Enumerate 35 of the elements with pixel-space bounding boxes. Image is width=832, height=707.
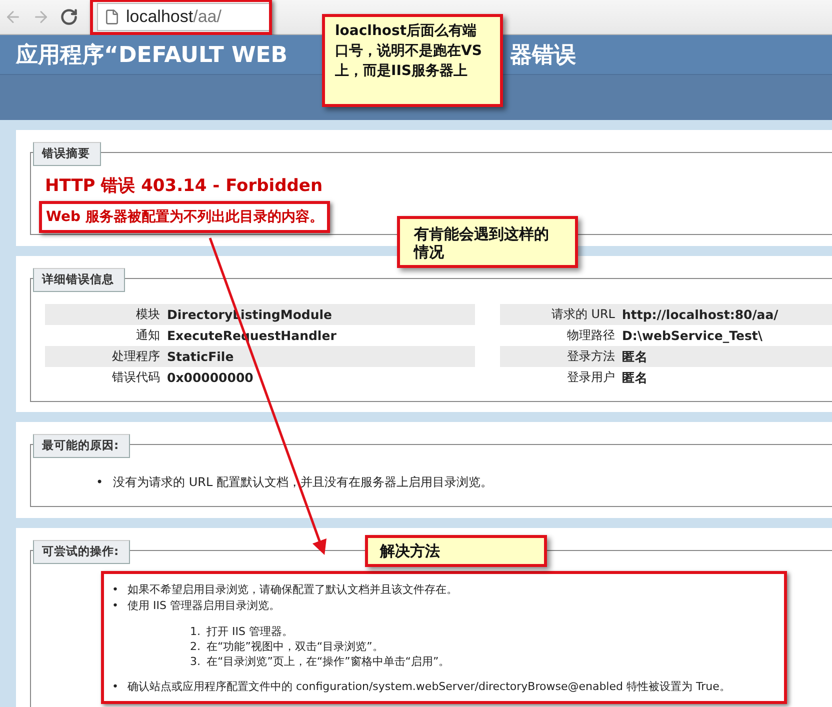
page-title: 器错误 (510, 42, 576, 70)
step-text: 在“功能”视图中，双击“目录浏览”。 (206, 639, 384, 654)
callout-note: 有肯能会遇到这样的情况 (397, 216, 578, 268)
callout-note: loaclhost后面么有端口号，说明不是跑在VS上，而是IIS服务器上 (322, 14, 503, 107)
step-text: 在“目录浏览”页上，在“操作”窗格中单击“启用”。 (206, 654, 450, 669)
section-legend: 错误摘要 (33, 142, 101, 166)
step-text: 打开 IIS 管理器。 (206, 624, 293, 639)
cause-text: 没有为请求的 URL 配置默认文档，并且没有在服务器上启用目录浏览。 (113, 474, 493, 490)
page-title: 应用程序“DEFAULT WEB (16, 42, 288, 70)
section-legend: 最可能的原因: (33, 434, 130, 458)
detail-label: 请求的 URL (500, 304, 622, 325)
address-field[interactable]: localhost/aa/ (97, 3, 269, 31)
callout-note: 解决方法 (365, 535, 547, 567)
detail-label: 模块 (45, 304, 167, 325)
step-number: 2. (190, 639, 200, 654)
detail-label: 处理程序 (45, 346, 167, 367)
action-text: 确认站点或应用程序配置文件中的 configuration/system.webServer/directoryBrowse@enabled 特性被设置为 True。 (128, 679, 730, 695)
bullet: • (112, 598, 118, 614)
step-number: 3. (190, 654, 200, 669)
section-legend: 详细错误信息 (33, 268, 125, 292)
detail-label: 登录方法 (500, 346, 622, 367)
action-text: 如果不希望启用目录浏览，请确保配置了默认文档并且该文件存在。 (128, 582, 458, 598)
detail-value: StaticFile (167, 346, 475, 367)
detail-value: http://localhost:80/aa/ (622, 304, 832, 325)
reload-icon[interactable] (58, 6, 80, 28)
error-heading: HTTP 错误 403.14 - Forbidden (45, 175, 324, 197)
bullet: • (112, 679, 118, 695)
section-legend: 可尝试的操作: (33, 540, 130, 564)
error-message: Web 服务器被配置为不列出此目录的内容。 (46, 208, 324, 227)
bullet: • (96, 474, 104, 490)
detail-value: 匿名 (622, 346, 832, 367)
step-number: 1. (190, 624, 200, 639)
action-text: 使用 IIS 管理器启用目录浏览。 (128, 598, 280, 614)
page-icon (104, 9, 120, 25)
bullet: • (112, 582, 118, 598)
